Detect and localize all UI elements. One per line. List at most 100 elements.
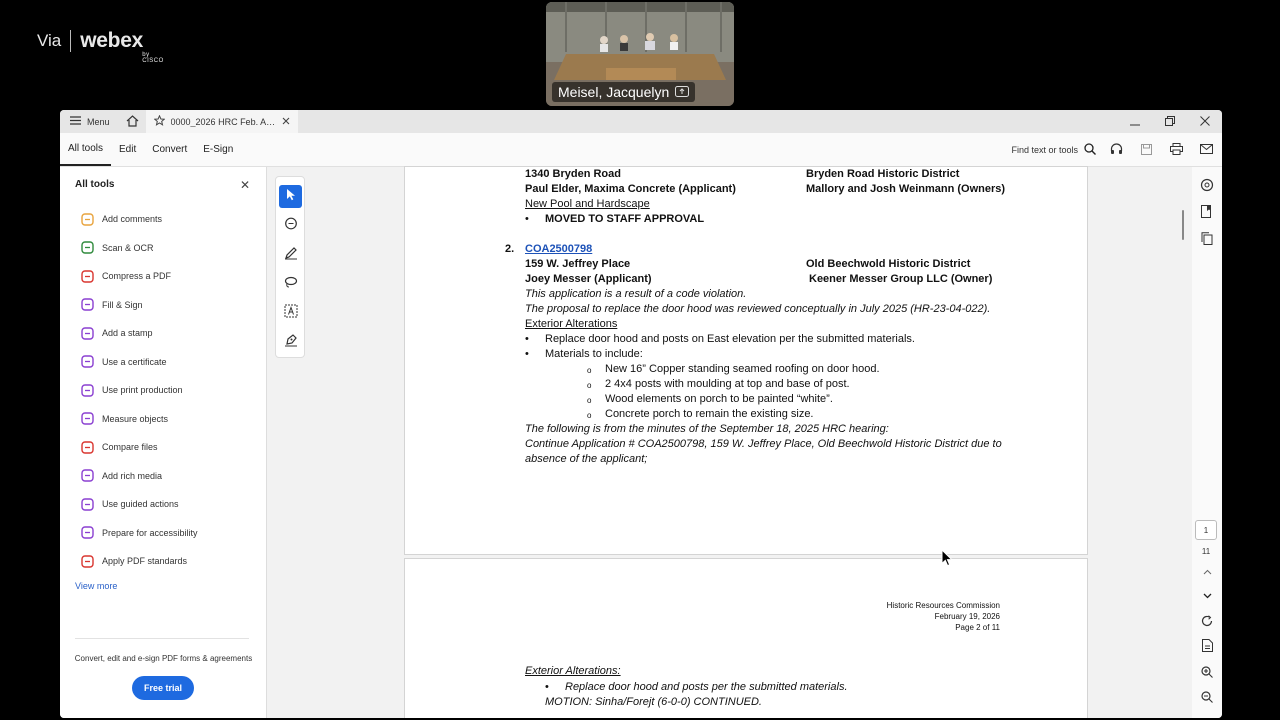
text-tool-button[interactable] [279, 302, 302, 325]
brand-divider [70, 30, 72, 52]
nav-esign[interactable]: E-Sign [195, 133, 241, 166]
current-page-input[interactable]: 1 [1195, 520, 1217, 540]
scrollbar-thumb[interactable] [1182, 210, 1184, 240]
tool-label: Prepare for accessibility [102, 527, 198, 538]
restore-icon [1164, 115, 1175, 129]
right-rail [1192, 167, 1222, 718]
quick-tools-bar [275, 176, 305, 358]
tool-label: Fill & Sign [102, 299, 143, 310]
document-page-2: Historic Resources Commission February 1… [405, 559, 1087, 718]
print-button[interactable] [1166, 143, 1186, 157]
tool-label: Add comments [102, 214, 163, 224]
bullet: • [525, 348, 529, 360]
tool-media[interactable]: Add rich media [80, 469, 162, 483]
save-button[interactable] [1136, 143, 1156, 157]
owner-keener-messer: Keener Messer Group LLC (Owner) [809, 273, 993, 285]
tab-title: 0000_2026 HRC Feb. Agenda [170, 116, 276, 127]
application-link[interactable]: COA2500798 [525, 242, 592, 256]
continue-application-line: Continue Application # COA2500798, 159 W… [525, 438, 1002, 450]
sub-bullet: o [587, 396, 592, 405]
share-screen-icon [675, 84, 690, 100]
compare-icon [80, 440, 94, 454]
tool-label: Scan & OCR [102, 242, 154, 253]
zoom-in-button[interactable] [1198, 664, 1216, 682]
draw-tool-button[interactable] [279, 273, 302, 296]
tool-accessibility[interactable]: Prepare for accessibility [80, 526, 198, 540]
refresh-button[interactable] [1198, 613, 1216, 631]
email-button[interactable] [1196, 144, 1216, 156]
zoom-out-button[interactable] [1198, 689, 1216, 707]
document-tab[interactable]: 0000_2026 HRC Feb. Agenda [145, 110, 298, 133]
scroll-down-button[interactable] [1198, 587, 1216, 605]
stamp-icon [80, 326, 94, 340]
tool-comment[interactable]: Add comments [80, 212, 162, 226]
scroll-up-button[interactable] [1198, 563, 1216, 581]
ai-assistant-button[interactable] [1198, 177, 1216, 195]
document-properties-button[interactable] [1198, 638, 1216, 656]
proposal-note: The proposal to replace the door hood wa… [525, 303, 991, 315]
star-icon[interactable] [152, 114, 166, 128]
mail-icon [1199, 144, 1213, 156]
tool-compress[interactable]: Compress a PDF [80, 269, 171, 283]
tool-label: Use guided actions [102, 499, 179, 509]
section-exterior-alterations: Exterior Alterations [525, 318, 618, 330]
sub-item-concrete-porch: Concrete porch to remain the existing si… [605, 408, 814, 420]
tool-label: Measure objects [102, 413, 169, 424]
tool-sign[interactable]: Fill & Sign [80, 298, 143, 312]
sign-icon [80, 298, 94, 312]
bullet: • [525, 333, 529, 345]
find-tools-button[interactable]: Find text or tools [1011, 143, 1096, 157]
bullet: • [545, 681, 549, 693]
accessibility-icon [80, 526, 94, 540]
bullet-replace-door-hood-2: Replace door hood and posts per the subm… [565, 681, 848, 693]
district-bryden-road: Bryden Road Historic District [806, 168, 960, 180]
menu-button[interactable]: Menu [60, 110, 120, 133]
tool-compare[interactable]: Compare files [80, 440, 158, 454]
nav-edit[interactable]: Edit [111, 133, 144, 166]
tool-guided-actions[interactable]: Use guided actions [80, 497, 179, 511]
close-panel-button[interactable]: ✕ [240, 178, 250, 192]
tool-label: Use print production [102, 385, 183, 395]
panel-divider [75, 638, 249, 639]
minimize-button[interactable] [1117, 110, 1152, 133]
pages-button[interactable] [1198, 231, 1216, 249]
tool-ruler[interactable]: Measure objects [80, 412, 168, 426]
bullet-replace-door-hood: Replace door hood and posts on East elev… [545, 333, 915, 345]
lasso-icon [284, 275, 298, 294]
tool-certificate[interactable]: Use a certificate [80, 355, 167, 369]
participant-video-tile[interactable]: Meisel, Jacquelyn [546, 2, 734, 106]
view-more-link[interactable]: View more [75, 581, 117, 591]
applicant-paul-elder: Paul Elder, Maxima Concrete (Applicant) [525, 183, 736, 195]
close-tab-icon[interactable] [282, 117, 290, 127]
webex-logo: webex [80, 29, 143, 52]
nav-all-tools[interactable]: All tools [60, 133, 112, 166]
document-page-1: 1340 Bryden Road Bryden Road Historic Di… [405, 167, 1087, 554]
select-tool-button[interactable] [279, 185, 302, 208]
minutes-intro: The following is from the minutes of the… [525, 423, 889, 435]
close-window-button[interactable] [1187, 110, 1222, 133]
tool-label: Compress a PDF [102, 271, 172, 281]
comment-tool-button[interactable] [279, 215, 302, 238]
sign-tool-button[interactable] [279, 331, 302, 354]
text-box-icon [284, 304, 298, 323]
bookmarks-button[interactable] [1198, 204, 1216, 222]
copy-pages-icon [1201, 232, 1213, 248]
chevron-up-icon [1203, 567, 1212, 578]
find-tools-label: Find text or tools [1011, 145, 1078, 155]
headset-button[interactable] [1106, 143, 1126, 157]
tool-stamp[interactable]: Add a stamp [80, 326, 153, 340]
tool-pdf-standards[interactable]: Apply PDF standards [80, 554, 187, 568]
tool-scan[interactable]: Scan & OCR [80, 241, 154, 255]
district-old-beechwold: Old Beechwold Historic District [806, 258, 971, 270]
main-toolbar: All tools Edit Convert E-Sign Find text … [60, 133, 1222, 167]
nav-convert[interactable]: Convert [144, 133, 195, 166]
free-trial-button[interactable]: Free trial [132, 676, 194, 700]
motion-line: MOTION: Sinha/Forejt (6-0-0) CONTINUED. [545, 696, 762, 708]
scan-icon [80, 241, 94, 255]
home-button[interactable] [120, 110, 146, 133]
highlight-tool-button[interactable] [279, 244, 302, 267]
tool-print-production[interactable]: Use print production [80, 383, 183, 397]
close-icon [1199, 115, 1210, 129]
restore-button[interactable] [1152, 110, 1187, 133]
ruler-icon [80, 412, 94, 426]
